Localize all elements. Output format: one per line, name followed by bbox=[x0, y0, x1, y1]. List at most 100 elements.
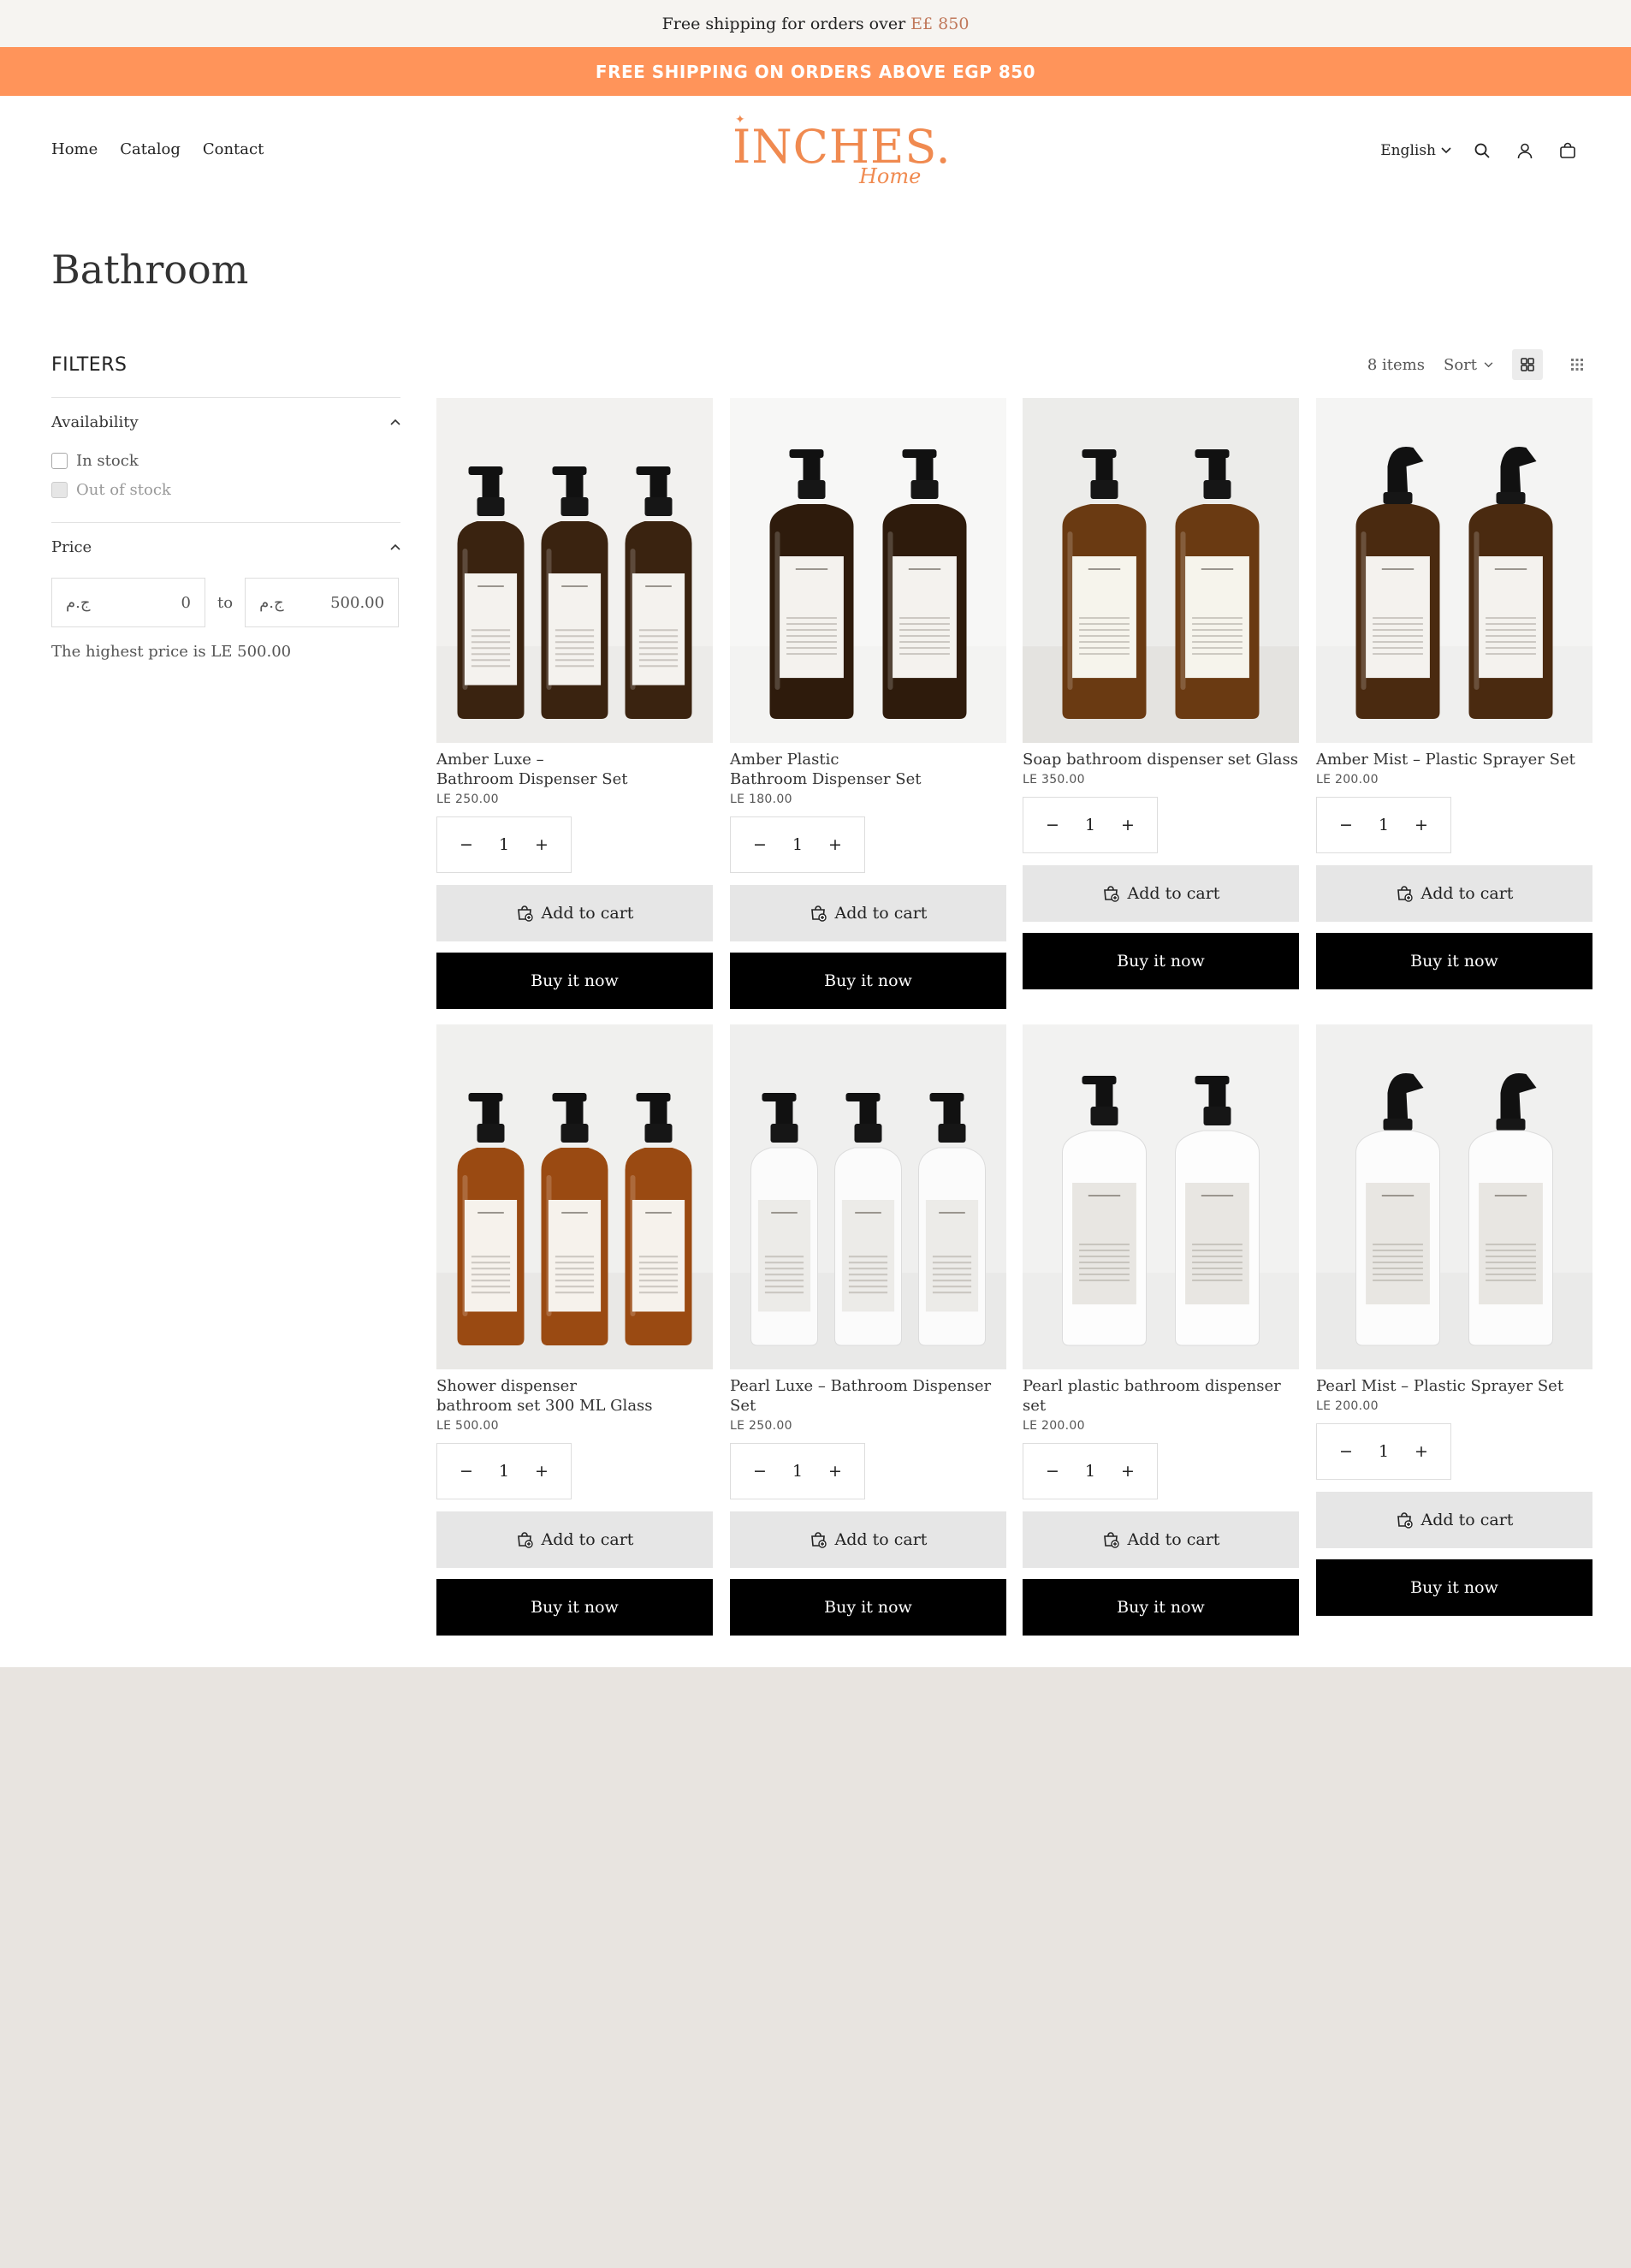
add-to-cart-button[interactable]: Add to cart bbox=[1023, 1511, 1299, 1568]
quantity-value[interactable]: 1 bbox=[1379, 1442, 1389, 1461]
quantity-value[interactable]: 1 bbox=[792, 1462, 803, 1481]
quantity-stepper: − 1 + bbox=[436, 816, 572, 873]
minus-button[interactable]: − bbox=[748, 1462, 772, 1481]
product-title[interactable]: Amber Luxe – Bathroom Dispenser Set bbox=[436, 750, 713, 789]
product-title[interactable]: Soap bathroom dispenser set Glass bbox=[1023, 750, 1299, 769]
label-text-line bbox=[1079, 1274, 1130, 1276]
label-text-line bbox=[471, 1262, 511, 1264]
quantity-value[interactable]: 1 bbox=[499, 835, 509, 854]
add-to-cart-button[interactable]: Add to cart bbox=[1316, 865, 1592, 922]
product-image[interactable] bbox=[1316, 398, 1592, 743]
product-card: Amber Plastic Bathroom Dispenser Set LE … bbox=[730, 398, 1006, 1009]
label-text-line bbox=[471, 629, 511, 632]
label-text-line bbox=[899, 623, 950, 626]
product-title[interactable]: Pearl plastic bathroom dispenser set bbox=[1023, 1376, 1299, 1416]
nav-home[interactable]: Home bbox=[51, 140, 98, 158]
quantity-value[interactable]: 1 bbox=[1085, 1462, 1095, 1481]
add-to-cart-button[interactable]: Add to cart bbox=[436, 885, 713, 941]
label-title-line bbox=[1381, 568, 1415, 570]
product-image[interactable] bbox=[730, 1024, 1006, 1369]
add-to-cart-button[interactable]: Add to cart bbox=[1023, 865, 1299, 922]
minus-button[interactable]: − bbox=[1041, 1462, 1065, 1481]
product-title[interactable]: Shower dispenser bathroom set 300 ML Gla… bbox=[436, 1376, 713, 1416]
add-to-cart-label: Add to cart bbox=[834, 1530, 928, 1549]
product-price: LE 250.00 bbox=[730, 1419, 792, 1433]
product-image[interactable] bbox=[1316, 1024, 1592, 1369]
pump-stem bbox=[649, 473, 667, 499]
product-price: LE 200.00 bbox=[1316, 1399, 1379, 1413]
label-title-line bbox=[1201, 568, 1234, 570]
minus-button[interactable]: − bbox=[454, 835, 478, 854]
plus-button[interactable]: + bbox=[823, 1462, 847, 1481]
grid-large-view-button[interactable] bbox=[1512, 349, 1543, 380]
add-to-cart-button[interactable]: Add to cart bbox=[730, 885, 1006, 941]
price-toggle[interactable]: Price bbox=[51, 523, 400, 571]
minus-button[interactable]: − bbox=[1041, 816, 1065, 834]
product-image[interactable] bbox=[436, 398, 713, 743]
label-text-line bbox=[471, 635, 511, 638]
add-to-cart-button[interactable]: Add to cart bbox=[730, 1511, 1006, 1568]
buy-now-button[interactable]: Buy it now bbox=[436, 953, 713, 1009]
label-title-line bbox=[1088, 568, 1121, 570]
minus-button[interactable]: − bbox=[748, 835, 772, 854]
logo[interactable]: ✦ INCHES. Home bbox=[731, 113, 951, 199]
search-icon[interactable] bbox=[1470, 139, 1494, 163]
buy-now-button[interactable]: Buy it now bbox=[1023, 1579, 1299, 1636]
minus-button[interactable]: − bbox=[1334, 1442, 1358, 1461]
grid-small-view-button[interactable] bbox=[1562, 349, 1592, 380]
plus-button[interactable]: + bbox=[1116, 1462, 1140, 1481]
availability-toggle[interactable]: Availability bbox=[51, 398, 400, 446]
product-image[interactable] bbox=[1023, 1024, 1299, 1369]
plus-button[interactable]: + bbox=[1409, 816, 1433, 834]
quantity-value[interactable]: 1 bbox=[499, 1462, 509, 1481]
buy-now-button[interactable]: Buy it now bbox=[730, 953, 1006, 1009]
plus-button[interactable]: + bbox=[530, 1462, 554, 1481]
add-to-cart-button[interactable]: Add to cart bbox=[1316, 1492, 1592, 1548]
checkbox-box[interactable] bbox=[51, 452, 68, 469]
buy-now-button[interactable]: Buy it now bbox=[1316, 933, 1592, 989]
language-selector[interactable]: English bbox=[1380, 142, 1451, 159]
label-text-line bbox=[555, 1291, 595, 1294]
plus-button[interactable]: + bbox=[1409, 1442, 1433, 1461]
in-stock-checkbox[interactable]: In stock bbox=[51, 446, 400, 475]
price-to-input[interactable]: ج.م 500.00 bbox=[245, 578, 400, 627]
product-title[interactable]: Amber Mist – Plastic Sprayer Set bbox=[1316, 750, 1592, 769]
plus-button[interactable]: + bbox=[1116, 816, 1140, 834]
nav-catalog[interactable]: Catalog bbox=[120, 140, 181, 158]
product-title[interactable]: Pearl Luxe – Bathroom Dispenser Set bbox=[730, 1376, 1006, 1416]
product-image[interactable] bbox=[436, 1024, 713, 1369]
product-title-line: Soap bathroom dispenser set Glass bbox=[1023, 751, 1298, 769]
product-price: LE 250.00 bbox=[436, 793, 499, 806]
buy-now-button[interactable]: Buy it now bbox=[1023, 933, 1299, 989]
quantity-value[interactable]: 1 bbox=[792, 835, 803, 854]
label-text-line bbox=[638, 629, 679, 632]
nav-contact[interactable]: Contact bbox=[203, 140, 264, 158]
minus-button[interactable]: − bbox=[454, 1462, 478, 1481]
label-text-line bbox=[848, 1291, 888, 1294]
label-text-line bbox=[1486, 623, 1536, 626]
minus-button[interactable]: − bbox=[1334, 816, 1358, 834]
quantity-value[interactable]: 1 bbox=[1085, 816, 1095, 834]
label-text-line bbox=[764, 1285, 804, 1288]
label-text-line bbox=[471, 659, 511, 662]
sort-dropdown[interactable]: Sort bbox=[1444, 356, 1493, 374]
buy-now-button[interactable]: Buy it now bbox=[730, 1579, 1006, 1636]
bottle-highlight bbox=[1474, 1158, 1480, 1316]
label-title-line bbox=[561, 1212, 588, 1214]
product-title-line: Pearl plastic bathroom dispenser set bbox=[1023, 1377, 1281, 1415]
quantity-value[interactable]: 1 bbox=[1379, 816, 1389, 834]
product-title[interactable]: Amber Plastic Bathroom Dispenser Set bbox=[730, 750, 1006, 789]
add-to-cart-button[interactable]: Add to cart bbox=[436, 1511, 713, 1568]
label-text-line bbox=[638, 653, 679, 656]
product-image[interactable] bbox=[1023, 398, 1299, 743]
plus-button[interactable]: + bbox=[823, 835, 847, 854]
price-from-input[interactable]: ج.م 0 bbox=[51, 578, 205, 627]
plus-button[interactable]: + bbox=[530, 835, 554, 854]
buy-now-button[interactable]: Buy it now bbox=[436, 1579, 713, 1636]
product-price: LE 500.00 bbox=[436, 1419, 499, 1433]
product-title[interactable]: Pearl Mist – Plastic Sprayer Set bbox=[1316, 1376, 1592, 1396]
buy-now-button[interactable]: Buy it now bbox=[1316, 1559, 1592, 1616]
account-icon[interactable] bbox=[1513, 139, 1537, 163]
product-image[interactable] bbox=[730, 398, 1006, 743]
cart-icon[interactable] bbox=[1556, 139, 1580, 163]
